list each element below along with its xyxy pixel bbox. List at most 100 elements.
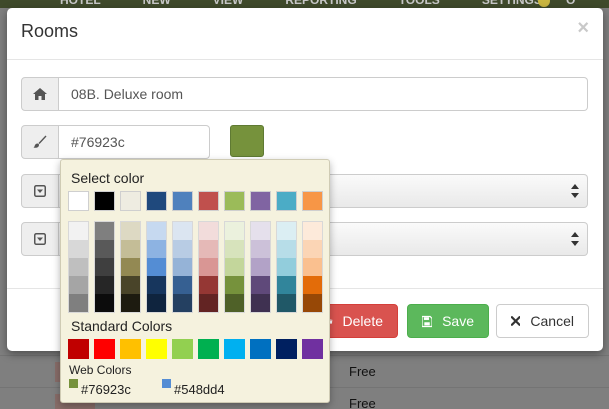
color-swatch[interactable] [146,191,167,211]
shade-swatch[interactable] [277,294,296,312]
select-arrows-icon [571,232,579,248]
shade-column [250,221,271,313]
color-swatch[interactable] [250,191,271,211]
shade-swatch[interactable] [69,222,88,240]
standard-color-swatch[interactable] [224,339,245,359]
shade-swatch[interactable] [303,222,322,240]
shade-column [172,221,193,313]
shade-swatch[interactable] [303,240,322,258]
shade-swatch[interactable] [277,258,296,276]
shade-swatch[interactable] [225,222,244,240]
shade-swatch[interactable] [95,294,114,312]
shade-swatch[interactable] [121,276,140,294]
room-name-input[interactable]: 08B. Deluxe room [59,77,588,111]
shade-swatch[interactable] [225,258,244,276]
color-swatch[interactable] [276,191,297,211]
shade-swatch[interactable] [147,258,166,276]
shade-colors-grid [68,221,323,313]
shade-swatch[interactable] [121,258,140,276]
web-color-item[interactable]: #76923c [69,379,131,397]
shade-column [224,221,245,313]
shade-swatch[interactable] [303,258,322,276]
shade-swatch[interactable] [303,276,322,294]
standard-color-swatch[interactable] [302,339,323,359]
shade-swatch[interactable] [199,240,218,258]
shade-swatch[interactable] [199,294,218,312]
theme-colors-row [68,191,323,211]
shade-column [68,221,89,313]
shade-swatch[interactable] [251,240,270,258]
shade-swatch[interactable] [173,258,192,276]
web-color-item[interactable]: #548dd4 [162,379,225,397]
background-navbar: HOTEL NEW VIEW REPORTING TOOLS SETTINGS O [0,0,609,8]
color-swatch[interactable] [172,191,193,211]
shade-swatch[interactable] [69,258,88,276]
shade-swatch[interactable] [147,276,166,294]
shade-swatch[interactable] [69,276,88,294]
shade-swatch[interactable] [173,276,192,294]
shade-swatch[interactable] [199,276,218,294]
color-group: #76923c [21,125,210,159]
background-nav-item: SETTINGS [481,0,542,7]
color-swatch[interactable] [302,191,323,211]
standard-color-swatch[interactable] [172,339,193,359]
shade-swatch[interactable] [121,222,140,240]
shade-column [94,221,115,313]
standard-colors-row [68,339,323,359]
shade-swatch[interactable] [199,258,218,276]
shade-swatch[interactable] [69,240,88,258]
color-preview-swatch[interactable] [230,125,264,157]
standard-colors-title: Standard Colors [71,318,173,334]
shade-swatch[interactable] [121,240,140,258]
shade-column [120,221,141,313]
shade-swatch[interactable] [303,294,322,312]
color-hex-input[interactable]: #76923c [59,125,210,159]
modal-title: Rooms [21,21,79,41]
standard-color-swatch[interactable] [198,339,219,359]
shade-swatch[interactable] [69,294,88,312]
shade-swatch[interactable] [277,276,296,294]
caret-square-down-icon [21,174,59,208]
shade-swatch[interactable] [173,240,192,258]
color-swatch[interactable] [198,191,219,211]
standard-color-swatch[interactable] [276,339,297,359]
standard-color-swatch[interactable] [120,339,141,359]
shade-swatch[interactable] [251,276,270,294]
background-nav-items: HOTEL NEW VIEW REPORTING TOOLS SETTINGS [60,0,542,7]
standard-color-swatch[interactable] [94,339,115,359]
shade-swatch[interactable] [95,258,114,276]
shade-swatch[interactable] [225,276,244,294]
shade-swatch[interactable] [173,222,192,240]
home-icon [21,77,59,111]
color-swatch[interactable] [68,191,89,211]
background-nav-item: REPORTING [285,0,357,7]
room-name-group: 08B. Deluxe room [21,77,588,111]
save-button[interactable]: Save [407,304,489,338]
shade-swatch[interactable] [225,240,244,258]
shade-swatch[interactable] [147,240,166,258]
shade-swatch[interactable] [277,240,296,258]
color-swatch[interactable] [94,191,115,211]
standard-color-swatch[interactable] [250,339,271,359]
shade-column [276,221,297,313]
shade-swatch[interactable] [147,294,166,312]
shade-swatch[interactable] [121,294,140,312]
shade-swatch[interactable] [251,222,270,240]
shade-swatch[interactable] [95,240,114,258]
shade-swatch[interactable] [251,294,270,312]
shade-swatch[interactable] [199,222,218,240]
color-swatch[interactable] [224,191,245,211]
cancel-button[interactable]: Cancel [496,304,589,338]
shade-swatch[interactable] [277,222,296,240]
shade-swatch[interactable] [95,276,114,294]
standard-color-swatch[interactable] [68,339,89,359]
background-nav-last: O [566,0,576,7]
shade-swatch[interactable] [95,222,114,240]
shade-swatch[interactable] [251,258,270,276]
close-icon[interactable]: × [577,18,589,38]
shade-swatch[interactable] [173,294,192,312]
standard-color-swatch[interactable] [146,339,167,359]
shade-swatch[interactable] [147,222,166,240]
shade-swatch[interactable] [225,294,244,312]
color-swatch[interactable] [120,191,141,211]
